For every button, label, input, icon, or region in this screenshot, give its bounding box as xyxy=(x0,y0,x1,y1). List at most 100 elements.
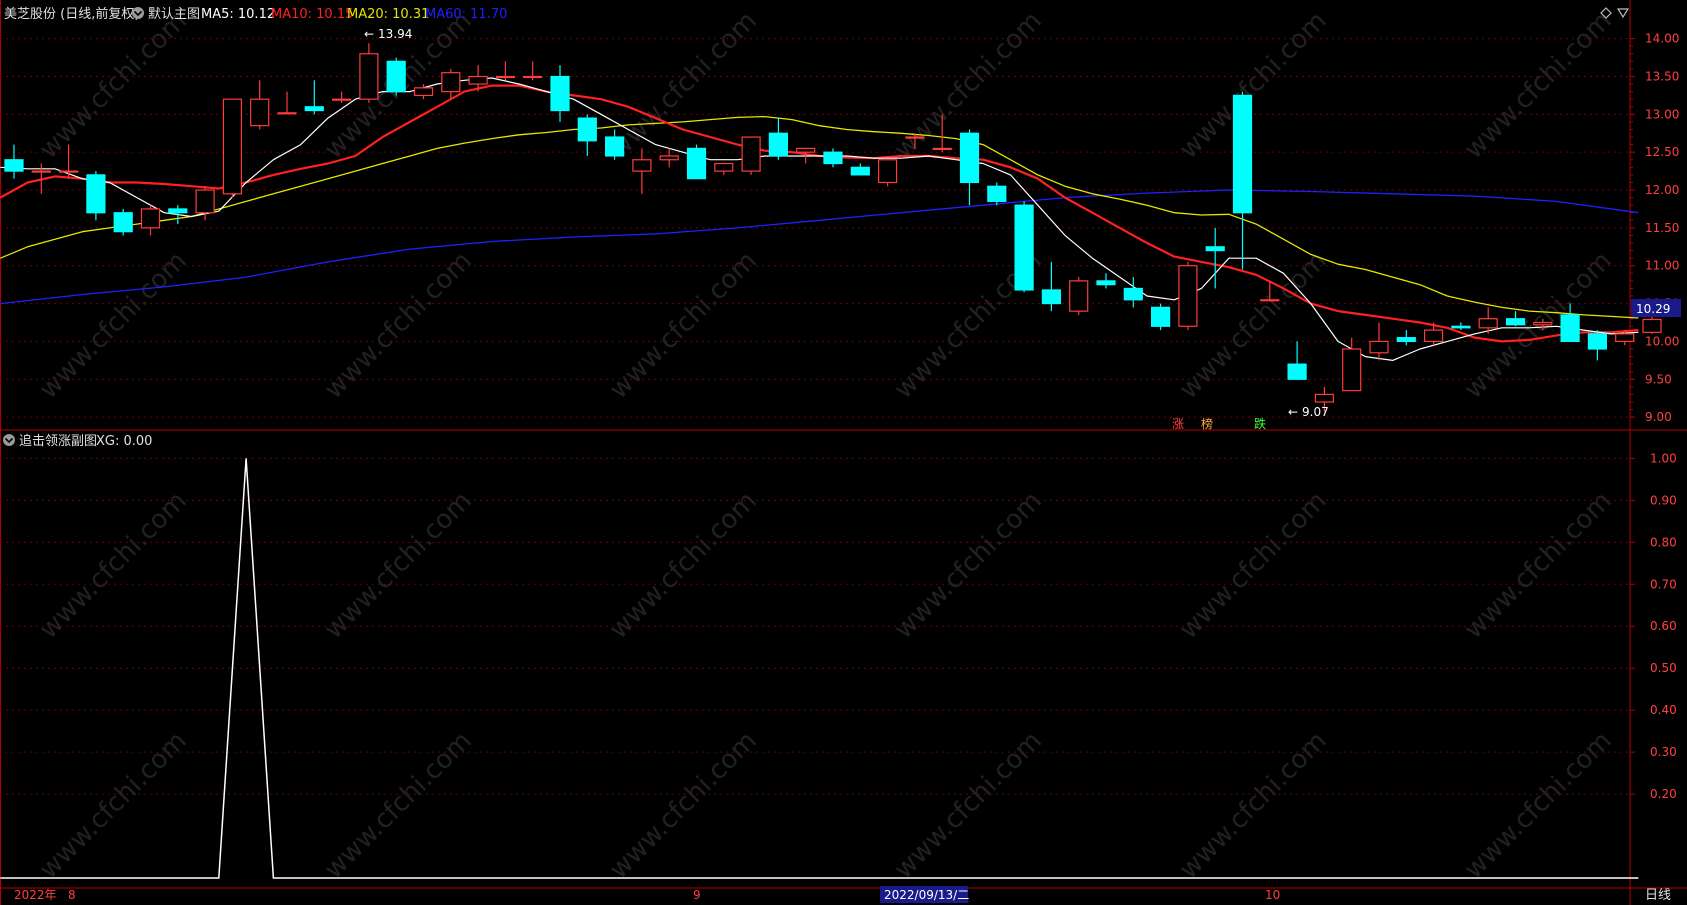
ma20-path xyxy=(0,115,1639,319)
candle-body-down xyxy=(1396,337,1416,343)
watermark-text: www.cfchi.com xyxy=(34,246,193,405)
candle xyxy=(741,136,761,175)
x-label-aug: 8 xyxy=(68,888,76,902)
dropdown-circle-icon[interactable] xyxy=(132,7,144,19)
candle-body-up xyxy=(1478,318,1498,329)
template-dropdown[interactable]: 默认主图 xyxy=(132,6,200,22)
candle-body-up xyxy=(58,170,79,173)
high-value: 13.94 xyxy=(378,27,412,41)
candle-body-up xyxy=(1260,299,1280,302)
candle-body-down xyxy=(1150,306,1171,327)
ma60-line xyxy=(0,189,1639,305)
candle-body-up xyxy=(250,98,270,127)
xg-value: XG: 0.00 xyxy=(96,434,152,449)
watermark-text: www.cfchi.com xyxy=(1174,726,1333,885)
candle-body-up xyxy=(495,75,515,79)
candle xyxy=(222,98,242,198)
candle xyxy=(1014,201,1034,293)
y-tick-label: 12.50 xyxy=(1645,145,1679,159)
candle-body-up xyxy=(905,136,925,139)
candle-body-down xyxy=(823,151,843,165)
y-tick-label: 13.00 xyxy=(1645,107,1679,121)
watermark-text: www.cfchi.com xyxy=(604,726,763,885)
triangle-down-icon[interactable] xyxy=(1616,8,1630,19)
candle-body-down xyxy=(1123,287,1143,301)
sub-dropdown-circle-icon[interactable] xyxy=(3,434,15,446)
candle xyxy=(1150,303,1171,331)
ma5-value: MA5: 10.12 xyxy=(201,7,275,22)
signal-ranking: 榜 xyxy=(1201,416,1213,431)
candle-body-up xyxy=(932,147,952,150)
candle-body-up xyxy=(796,147,816,153)
y-tick-label: 0.90 xyxy=(1650,493,1677,507)
candle xyxy=(550,65,570,122)
watermark-text: www.cfchi.com xyxy=(604,6,763,165)
stock-chart[interactable]: www.cfchi.com www.cfchi.com www.cfchi.com w… xyxy=(0,0,1687,905)
ma60-value: MA60: 11.70 xyxy=(425,7,507,22)
current-price-tag: 10.29 xyxy=(1631,299,1681,317)
sub-gridlines xyxy=(0,457,1630,795)
candle-body-down xyxy=(550,75,570,112)
candle-body-up xyxy=(741,136,761,172)
period-button[interactable]: 日线 xyxy=(1645,888,1671,903)
candle xyxy=(1232,91,1253,270)
candle xyxy=(4,144,24,179)
candle-body-up xyxy=(1369,340,1389,354)
stock-title[interactable]: 美芝股份 (日线,前复权) xyxy=(4,6,139,22)
candle xyxy=(577,114,597,156)
candle-body-up xyxy=(359,53,379,100)
candle xyxy=(1642,314,1662,334)
candle-body-up xyxy=(877,159,898,184)
candle-body-up xyxy=(1533,321,1553,326)
candle xyxy=(686,144,707,180)
price-tag-value: 10.29 xyxy=(1636,302,1670,316)
candle-body-down xyxy=(604,136,625,157)
watermark-text: www.cfchi.com xyxy=(889,726,1048,885)
ma10-line xyxy=(0,84,1639,343)
ma60-path xyxy=(0,189,1639,305)
candle xyxy=(386,57,406,96)
low-arrow-icon: ← xyxy=(1288,405,1298,419)
candle-body-down xyxy=(1096,280,1116,286)
candle-body-down xyxy=(86,174,106,214)
candle-body-down xyxy=(168,208,188,214)
candle xyxy=(877,159,898,187)
candle xyxy=(959,129,980,206)
x-label-sep: 9 xyxy=(693,888,701,902)
candle xyxy=(1396,330,1416,346)
candle xyxy=(277,91,297,115)
candle-body-down xyxy=(1205,246,1225,252)
chart-frame xyxy=(0,0,1687,905)
x-label-year: 2022年 xyxy=(14,888,57,902)
candle-body-up xyxy=(1314,393,1335,403)
candle xyxy=(659,148,679,168)
sub-panel-title[interactable]: 追击领涨副图 xyxy=(19,433,97,449)
candle-body-down xyxy=(1014,204,1034,291)
template-label[interactable]: 默认主图 xyxy=(148,6,200,22)
candle xyxy=(250,80,270,130)
candle-body-up xyxy=(1342,348,1362,392)
candle-body-down xyxy=(1041,289,1062,305)
watermark-layer: www.cfchi.com www.cfchi.com www.cfchi.com w… xyxy=(34,6,1618,885)
low-value: 9.07 xyxy=(1302,405,1329,419)
y-tick-label: 9.00 xyxy=(1645,410,1672,424)
y-tick-label: 1.00 xyxy=(1650,451,1677,465)
candle-body-down xyxy=(1587,333,1608,350)
watermark-text: www.cfchi.com xyxy=(604,486,763,645)
candle xyxy=(1451,322,1471,331)
watermark-text: www.cfchi.com xyxy=(1459,726,1618,885)
y-tick-label: 12.00 xyxy=(1645,183,1679,197)
y-tick-label: 0.50 xyxy=(1650,661,1677,675)
candle-body-up xyxy=(140,208,161,229)
y-tick-label: 10.00 xyxy=(1645,334,1679,348)
y-tick-label: 0.20 xyxy=(1650,787,1677,801)
watermark-text: www.cfchi.com xyxy=(1174,6,1333,165)
candle xyxy=(495,61,515,81)
watermark-text: www.cfchi.com xyxy=(604,246,763,405)
watermark-text: www.cfchi.com xyxy=(34,486,193,645)
candle-body-up xyxy=(468,75,488,85)
candle xyxy=(987,182,1007,206)
high-marker: ← 13.94 xyxy=(364,27,412,41)
candle-body-up xyxy=(632,159,652,172)
ma10-path xyxy=(0,84,1639,343)
